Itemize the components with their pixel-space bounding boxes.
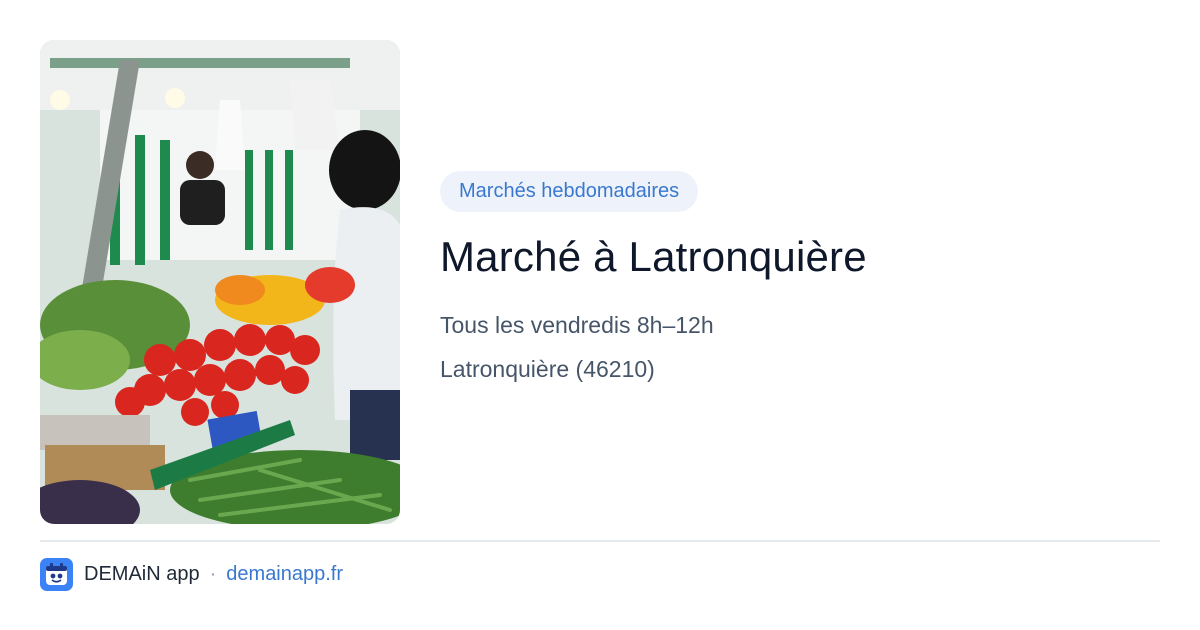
event-title: Marché à Latronquière bbox=[440, 233, 867, 280]
event-location: Latronquière (46210) bbox=[440, 356, 655, 382]
site-link[interactable]: demainapp.fr bbox=[226, 563, 343, 586]
market-photo bbox=[40, 40, 400, 524]
footer: DEMAiN app · demainapp.fr bbox=[40, 557, 343, 591]
market-stall-illustration bbox=[40, 40, 400, 524]
event-info: Marchés hebdomadaires Marché à Latronqui… bbox=[440, 171, 1160, 384]
brand-name: DEMAiN app bbox=[84, 562, 200, 585]
footer-divider bbox=[40, 540, 1160, 542]
share-card: Marchés hebdomadaires Marché à Latronqui… bbox=[0, 0, 1200, 630]
event-schedule: Tous les vendredis 8h–12h bbox=[440, 312, 714, 338]
category-badge[interactable]: Marchés hebdomadaires bbox=[440, 171, 699, 212]
demain-logo-icon bbox=[40, 557, 73, 591]
footer-separator: · bbox=[209, 562, 217, 585]
